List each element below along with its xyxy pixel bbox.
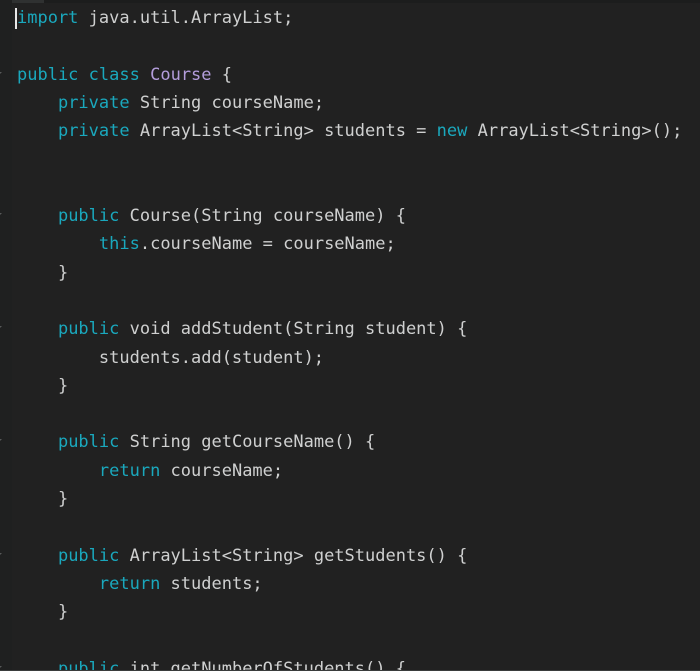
chevron-down-icon[interactable] [0,71,2,80]
code-line[interactable]: students.add(student); [0,344,700,372]
code-line[interactable] [0,400,700,428]
code-line[interactable] [0,145,700,173]
code-line[interactable]: public void addStudent(String student) { [0,315,700,343]
code-token: } [17,262,69,283]
code-token: } [17,489,69,510]
code-token: import [17,8,79,28]
code-line[interactable]: public int getNumberOfStudents() { [0,655,700,671]
code-line[interactable] [0,627,700,655]
code-token: return [98,573,161,594]
code-token: String getCourseName() { [119,432,376,453]
code-line[interactable]: private String courseName; [0,89,700,117]
code-token: public [57,658,120,671]
code-token: public [57,432,120,453]
code-token: new [436,121,468,142]
code-line[interactable]: } [0,372,700,400]
code-token: students; [160,573,263,594]
code-token: ArrayList<String> getStudents() { [119,545,468,566]
code-line[interactable] [0,32,700,60]
code-token: public [57,545,120,566]
code-token: Course [150,64,212,85]
code-token: courseName; [160,460,284,481]
code-line[interactable]: return students; [0,570,700,598]
code-line[interactable]: } [0,259,700,287]
code-token: public [17,64,79,85]
code-line[interactable] [0,513,700,541]
code-content[interactable]: import java.util.ArrayList; public class … [0,0,700,671]
code-token: .courseName = courseName; [139,234,396,255]
chevron-down-icon[interactable] [0,439,2,448]
code-token: int getNumberOfStudents() { [119,658,406,671]
code-line[interactable] [0,174,700,202]
code-token: } [17,375,69,396]
text-caret [15,8,17,29]
code-token: public [57,206,120,227]
code-line[interactable]: this.courseName = courseName; [0,230,700,258]
code-line[interactable]: } [0,485,700,513]
code-line[interactable]: private ArrayList<String> students = new… [0,117,700,145]
code-line[interactable]: } [0,598,700,626]
code-line[interactable]: public String getCourseName() { [0,428,700,456]
code-token: String courseName; [129,92,325,113]
code-line[interactable]: public Course(String courseName) { [0,202,700,230]
chevron-down-icon[interactable] [0,552,2,561]
code-line[interactable] [0,287,700,315]
code-token: private [57,92,130,113]
code-token: students.add(student); [17,347,325,368]
code-token: } [17,602,69,623]
code-token: ArrayList<String>(); [467,121,683,142]
code-token: this [98,234,140,255]
chevron-down-icon[interactable] [0,213,2,222]
code-line[interactable]: import java.util.ArrayList; [0,4,700,32]
code-token: class [88,64,140,85]
code-token: void addStudent(String student) { [119,319,468,340]
code-line[interactable]: public ArrayList<String> getStudents() { [0,542,700,570]
code-line[interactable]: return courseName; [0,457,700,485]
code-token: private [57,121,130,142]
code-line[interactable]: public class Course { [0,61,700,89]
code-token: ArrayList<String> students = [129,121,437,142]
chevron-down-icon[interactable] [0,665,2,670]
code-editor[interactable]: import java.util.ArrayList; public class … [0,0,700,671]
code-token: return [98,460,161,481]
code-token: public [57,319,120,340]
code-token: Course(String courseName) { [119,206,406,227]
chevron-down-icon[interactable] [0,326,2,335]
code-token: java.util.ArrayList; [78,8,294,28]
code-token: { [211,64,233,85]
